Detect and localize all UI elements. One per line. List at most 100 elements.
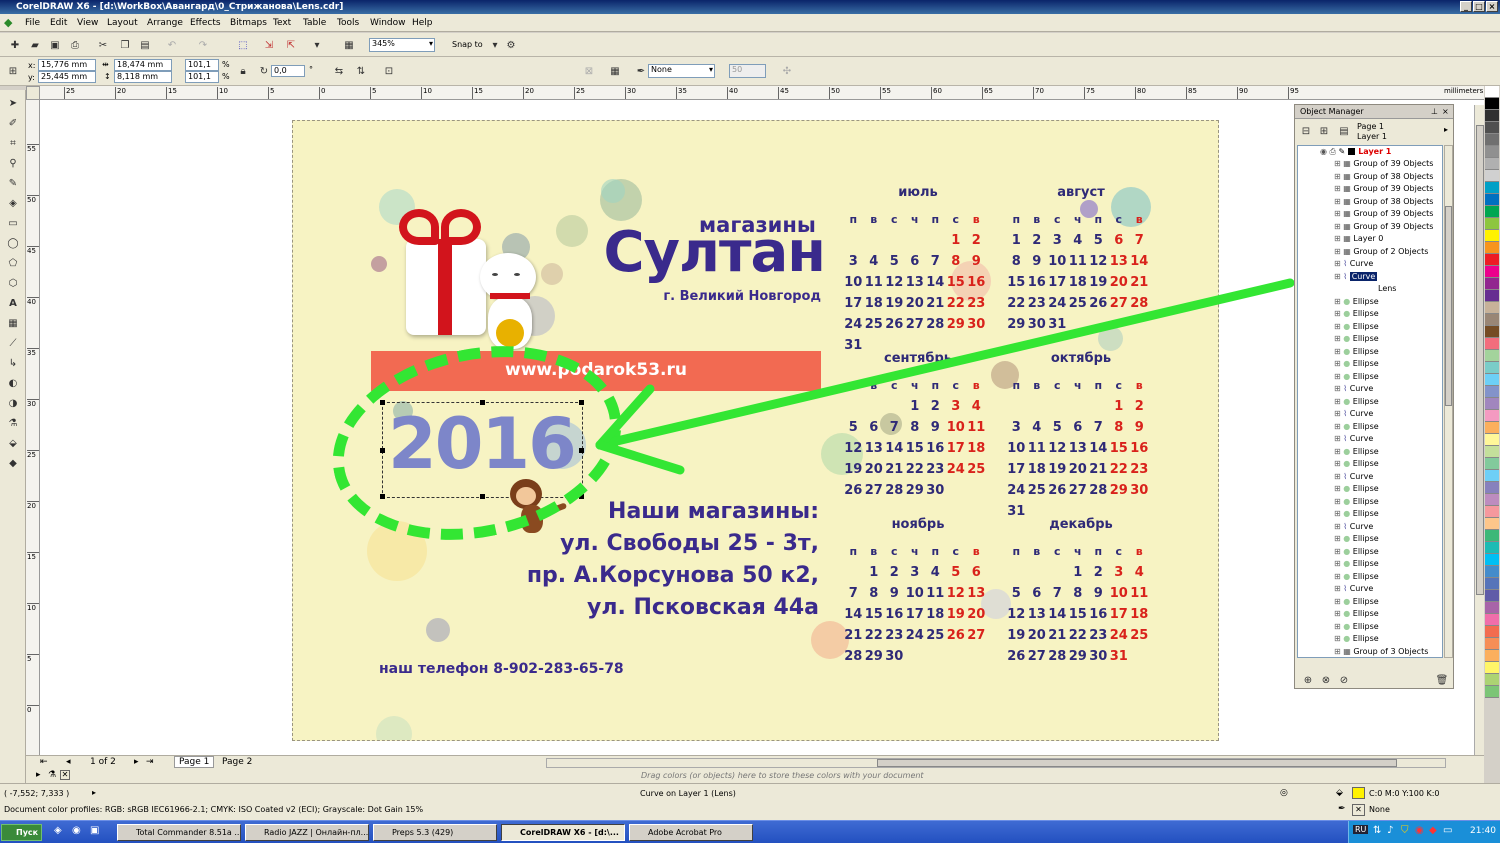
- expand-icon[interactable]: ⊞: [1334, 434, 1343, 443]
- expand-icon[interactable]: ⊞: [1334, 309, 1343, 318]
- object-tree-item[interactable]: ⊞ ▦ Group of 3 Objects: [1334, 646, 1428, 658]
- expand-icon[interactable]: ⊞: [1334, 359, 1343, 368]
- object-tree-item[interactable]: ⊞ ▦ Group of 39 Objects: [1334, 221, 1433, 233]
- object-tree-item[interactable]: ⊞ ● Ellipse: [1334, 446, 1379, 458]
- object-tree-item[interactable]: ⊞ ● Ellipse: [1334, 546, 1379, 558]
- print-icon[interactable]: ⎙: [68, 38, 82, 52]
- tree-scrollbar[interactable]: [1444, 145, 1453, 658]
- snap-to-label[interactable]: Snap to: [452, 40, 483, 49]
- task-coreldraw[interactable]: CorelDRAW X6 - [d:\...: [501, 824, 625, 841]
- menu-edit[interactable]: Edit: [50, 18, 67, 28]
- object-tree-item[interactable]: ⊞ ▦ Layer 0: [1334, 233, 1383, 245]
- color-swatch[interactable]: [1485, 170, 1499, 182]
- next-page-icon[interactable]: ▸: [134, 757, 139, 767]
- task-acrobat[interactable]: Adobe Acrobat Pro: [629, 824, 753, 841]
- object-tree-item[interactable]: ⊞ ⌇ Curve: [1334, 383, 1373, 395]
- object-tree-item[interactable]: ⊞ ● Ellipse: [1334, 571, 1379, 583]
- print-icon[interactable]: ⎙: [1327, 147, 1336, 156]
- color-swatch[interactable]: [1485, 494, 1499, 506]
- object-tree-item[interactable]: ⊞ ● Ellipse: [1334, 358, 1379, 370]
- menu-view[interactable]: View: [77, 18, 98, 28]
- properties-icon[interactable]: ▦: [608, 64, 622, 78]
- color-swatch[interactable]: [1485, 410, 1499, 422]
- expand-icon[interactable]: ⊞: [1334, 372, 1343, 381]
- color-swatch[interactable]: [1485, 650, 1499, 662]
- object-tree-item[interactable]: ⊞ ● Ellipse: [1334, 296, 1379, 308]
- wrap-text-icon[interactable]: ⊠: [582, 64, 596, 78]
- object-tree-item[interactable]: ⊞ ● Ellipse: [1334, 633, 1379, 645]
- redo-icon[interactable]: ↷: [196, 38, 210, 52]
- expand-icon[interactable]: ⊞: [1334, 322, 1343, 331]
- outline-width-select[interactable]: None ▾: [648, 64, 715, 78]
- close-icon[interactable]: ×: [1442, 107, 1449, 116]
- color-swatch[interactable]: [1485, 98, 1499, 110]
- paste-icon[interactable]: ▤: [138, 38, 152, 52]
- height-field[interactable]: 8,118 mm: [114, 71, 172, 83]
- color-swatch[interactable]: [1485, 626, 1499, 638]
- object-tree-item[interactable]: ⊞ ● Ellipse: [1334, 621, 1379, 633]
- display-icon[interactable]: ▭: [1443, 825, 1452, 836]
- object-tree-item[interactable]: ⊞ ● Ellipse: [1334, 421, 1379, 433]
- eyedropper-tool-icon[interactable]: ⚗: [6, 416, 20, 430]
- copy-icon[interactable]: ❐: [118, 38, 132, 52]
- expand-icon[interactable]: ⊞: [1334, 597, 1343, 606]
- menu-tools[interactable]: Tools: [337, 18, 359, 28]
- task-preps[interactable]: Preps 5.3 (429): [373, 824, 497, 841]
- pick-tool-icon[interactable]: ➤: [6, 96, 20, 110]
- color-swatch[interactable]: [1485, 674, 1499, 686]
- vertical-ruler[interactable]: 55 50 45 40 35 30 25 20 15 10 5 0: [26, 100, 40, 755]
- close-button[interactable]: ×: [1486, 1, 1498, 12]
- color-swatch[interactable]: [1485, 422, 1499, 434]
- color-swatch[interactable]: [1485, 326, 1499, 338]
- lock-ratio-icon[interactable]: 🔒︎: [236, 64, 250, 78]
- menu-text[interactable]: Text: [273, 18, 291, 28]
- menu-arrange[interactable]: Arrange: [147, 18, 183, 28]
- menu-help[interactable]: Help: [412, 18, 433, 28]
- new-master-layer-icon[interactable]: ⊗: [1319, 673, 1333, 687]
- object-tree-item[interactable]: ⊞ ▦ Group of 39 Objects: [1334, 208, 1433, 220]
- color-swatch[interactable]: [1485, 518, 1499, 530]
- app-icon[interactable]: ◆: [4, 16, 12, 29]
- cut-icon[interactable]: ✂: [96, 38, 110, 52]
- y-position-field[interactable]: 25,445 mm: [38, 71, 96, 83]
- x-position-field[interactable]: 15,776 mm: [38, 59, 96, 71]
- save-icon[interactable]: ▣: [90, 825, 99, 836]
- mirror-vertical-icon[interactable]: ⇅: [354, 64, 368, 78]
- expand-icon[interactable]: ⊞: [1334, 272, 1343, 281]
- color-proof-icon[interactable]: ◎: [1280, 788, 1288, 798]
- color-swatch[interactable]: [1485, 554, 1499, 566]
- color-swatch[interactable]: [1485, 230, 1499, 242]
- horizontal-ruler[interactable]: 25 20 15 10 5 0 5 10 15 20 25 30 35 40 45 50 55 60 65 70 75 8…: [26, 86, 1484, 100]
- object-tree-item[interactable]: ⊞ ⌇ Curve: [1334, 471, 1373, 483]
- save-icon[interactable]: ▣: [48, 38, 62, 52]
- color-swatch[interactable]: [1485, 398, 1499, 410]
- expand-icon[interactable]: ⊞: [1334, 384, 1343, 393]
- expand-icon[interactable]: ⊞: [1334, 209, 1343, 218]
- layer-row[interactable]: ◉ ⎙ ✎ Layer 1: [1320, 146, 1391, 158]
- welcome-screen-icon[interactable]: ▦: [342, 38, 356, 52]
- object-tree-item[interactable]: ⊞ ● Ellipse: [1334, 558, 1379, 570]
- zoom-tool-icon[interactable]: ⚲: [6, 156, 20, 170]
- object-tree-item[interactable]: ⊞ ● Ellipse: [1334, 508, 1379, 520]
- dimension-tool-icon[interactable]: ⟋: [6, 336, 20, 350]
- color-profiles[interactable]: Document color profiles: RGB: sRGB IEC61…: [4, 805, 423, 814]
- color-swatch[interactable]: [1485, 686, 1499, 698]
- convert-to-curves-icon[interactable]: ✣: [780, 64, 794, 78]
- color-swatch[interactable]: [1485, 470, 1499, 482]
- object-origin-icon[interactable]: ⊞: [6, 64, 20, 78]
- pin-icon[interactable]: ⊥: [1431, 107, 1438, 116]
- color-swatch[interactable]: [1485, 566, 1499, 578]
- object-tree-item[interactable]: ⊞ ▦ Group of 39 Objects: [1334, 158, 1433, 170]
- minimize-button[interactable]: _: [1460, 1, 1472, 12]
- table-tool-icon[interactable]: ▦: [6, 316, 20, 330]
- expand-icon[interactable]: ⊞: [1334, 572, 1343, 581]
- layer-manager-icon[interactable]: ⊞: [1317, 124, 1331, 138]
- ruler-origin[interactable]: [26, 86, 40, 100]
- object-tree-item[interactable]: ⊞ ▦ Group of 38 Objects: [1334, 171, 1433, 183]
- color-swatch[interactable]: [1485, 434, 1499, 446]
- color-swatch[interactable]: [1485, 374, 1499, 386]
- eyedropper-icon[interactable]: ⚗: [48, 770, 56, 780]
- chevron-down-icon[interactable]: ▾: [488, 38, 502, 52]
- search-content-icon[interactable]: ⬚: [236, 38, 250, 52]
- outline-color-swatch[interactable]: ✕: [1352, 804, 1365, 816]
